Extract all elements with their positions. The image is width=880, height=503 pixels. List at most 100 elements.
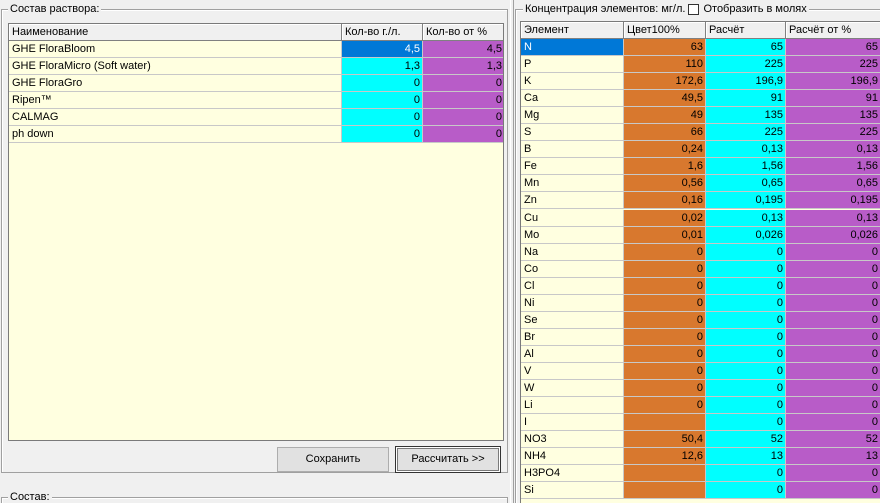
element-name-cell[interactable]: Se bbox=[521, 311, 624, 329]
element-calc-cell[interactable]: 0,65 bbox=[706, 175, 786, 193]
element-calc-percent-cell[interactable]: 0 bbox=[786, 465, 880, 483]
element-calc-cell[interactable]: 0 bbox=[706, 414, 786, 432]
composition-grams-cell[interactable]: 0 bbox=[342, 109, 423, 126]
element-calc-percent-cell[interactable]: 0 bbox=[786, 294, 880, 312]
element-calc-cell[interactable]: 0 bbox=[706, 465, 786, 483]
element-name-cell[interactable]: S bbox=[521, 124, 624, 142]
element-calc-percent-cell[interactable]: 0,13 bbox=[786, 141, 880, 159]
composition-grams-cell[interactable]: 0 bbox=[342, 92, 423, 109]
element-calc-cell[interactable]: 196,9 bbox=[706, 73, 786, 91]
element-calc-percent-cell[interactable]: 0 bbox=[786, 414, 880, 432]
element-calc-cell[interactable]: 0 bbox=[706, 294, 786, 312]
element-name-cell[interactable]: B bbox=[521, 141, 624, 159]
element-target-cell[interactable]: 49 bbox=[624, 107, 706, 125]
element-target-cell[interactable]: 0 bbox=[624, 243, 706, 261]
element-calc-cell[interactable]: 0 bbox=[706, 345, 786, 363]
element-calc-percent-cell[interactable]: 0 bbox=[786, 311, 880, 329]
element-calc-percent-cell[interactable]: 135 bbox=[786, 107, 880, 125]
element-calc-percent-cell[interactable]: 0,65 bbox=[786, 175, 880, 193]
element-calc-percent-cell[interactable]: 0 bbox=[786, 482, 880, 500]
element-calc-percent-cell[interactable]: 0 bbox=[786, 328, 880, 346]
element-calc-percent-cell[interactable]: 225 bbox=[786, 124, 880, 142]
element-target-cell[interactable] bbox=[624, 465, 706, 483]
element-name-cell[interactable]: V bbox=[521, 362, 624, 380]
column-header-calc-percent[interactable]: Расчёт от % bbox=[786, 22, 880, 39]
element-name-cell[interactable]: Na bbox=[521, 243, 624, 261]
element-calc-cell[interactable]: 0 bbox=[706, 397, 786, 415]
composition-percent-cell[interactable]: 0 bbox=[423, 109, 503, 126]
concentration-grid[interactable]: Элемент Цвет100% Расчёт Расчёт от % N 63 6… bbox=[520, 21, 880, 503]
element-target-cell[interactable]: 0,56 bbox=[624, 175, 706, 193]
show-in-moles-label[interactable]: Отобразить в молях bbox=[703, 3, 806, 15]
element-target-cell[interactable]: 0,24 bbox=[624, 141, 706, 159]
element-calc-percent-cell[interactable]: 0,026 bbox=[786, 226, 880, 244]
composition-grams-cell[interactable]: 0 bbox=[342, 75, 423, 92]
element-name-cell[interactable]: Mn bbox=[521, 175, 624, 193]
element-target-cell[interactable]: 110 bbox=[624, 56, 706, 74]
element-calc-cell[interactable]: 225 bbox=[706, 56, 786, 74]
element-calc-cell[interactable]: 1,56 bbox=[706, 158, 786, 176]
composition-name-cell[interactable]: GHE FloraGro bbox=[9, 75, 342, 92]
element-target-cell[interactable]: 0 bbox=[624, 260, 706, 278]
element-calc-percent-cell[interactable]: 225 bbox=[786, 56, 880, 74]
composition-name-cell[interactable]: CALMAG bbox=[9, 109, 342, 126]
element-name-cell[interactable]: Ca bbox=[521, 90, 624, 108]
element-name-cell[interactable]: Zn bbox=[521, 192, 624, 210]
element-target-cell[interactable]: 50,4 bbox=[624, 431, 706, 449]
element-calc-percent-cell[interactable]: 91 bbox=[786, 90, 880, 108]
composition-name-cell[interactable]: GHE FloraBloom bbox=[9, 41, 342, 58]
composition-percent-cell[interactable]: 0 bbox=[423, 126, 503, 143]
column-header-name[interactable]: Наименование bbox=[9, 24, 342, 41]
element-name-cell[interactable]: P bbox=[521, 56, 624, 74]
composition-percent-cell[interactable]: 0 bbox=[423, 75, 503, 92]
show-in-moles-checkbox[interactable] bbox=[688, 3, 700, 15]
composition-name-cell[interactable]: Ripen™ bbox=[9, 92, 342, 109]
element-name-cell[interactable]: Mo bbox=[521, 226, 624, 244]
element-calc-cell[interactable]: 0 bbox=[706, 380, 786, 397]
element-target-cell[interactable]: 172,6 bbox=[624, 73, 706, 91]
element-name-cell[interactable]: N bbox=[521, 39, 624, 56]
element-name-cell[interactable]: Si bbox=[521, 482, 624, 500]
composition-grams-cell[interactable]: 1,3 bbox=[342, 58, 423, 75]
element-name-cell[interactable]: NH4 bbox=[521, 448, 624, 466]
element-calc-cell[interactable]: 0,13 bbox=[706, 141, 786, 159]
column-header-percent[interactable]: Кол-во от % bbox=[423, 24, 503, 41]
element-target-cell[interactable]: 0,16 bbox=[624, 192, 706, 210]
element-target-cell[interactable]: 0 bbox=[624, 397, 706, 415]
element-calc-percent-cell[interactable]: 1,56 bbox=[786, 158, 880, 176]
element-calc-percent-cell[interactable]: 0 bbox=[786, 243, 880, 261]
element-name-cell[interactable]: W bbox=[521, 380, 624, 397]
element-name-cell[interactable]: Al bbox=[521, 345, 624, 363]
element-target-cell[interactable]: 66 bbox=[624, 124, 706, 142]
element-target-cell[interactable]: 0 bbox=[624, 328, 706, 346]
element-calc-cell[interactable]: 0 bbox=[706, 482, 786, 500]
element-calc-percent-cell[interactable]: 13 bbox=[786, 448, 880, 466]
element-calc-percent-cell[interactable]: 0 bbox=[786, 345, 880, 363]
element-target-cell[interactable] bbox=[624, 414, 706, 432]
composition-percent-cell[interactable]: 4,5 bbox=[423, 41, 503, 58]
element-target-cell[interactable]: 0,01 bbox=[624, 226, 706, 244]
element-name-cell[interactable]: I bbox=[521, 414, 624, 432]
element-calc-cell[interactable]: 65 bbox=[706, 39, 786, 56]
composition-grid[interactable]: Наименование Кол-во г./л. Кол-во от % GH… bbox=[8, 23, 504, 441]
element-name-cell[interactable]: Cl bbox=[521, 277, 624, 295]
element-calc-cell[interactable]: 225 bbox=[706, 124, 786, 142]
element-name-cell[interactable]: Fe bbox=[521, 158, 624, 176]
element-target-cell[interactable]: 0 bbox=[624, 311, 706, 329]
composition-name-cell[interactable]: ph down bbox=[9, 126, 342, 143]
element-calc-cell[interactable]: 0 bbox=[706, 243, 786, 261]
element-target-cell[interactable]: 0 bbox=[624, 380, 706, 397]
element-calc-cell[interactable]: 0 bbox=[706, 260, 786, 278]
composition-grams-cell[interactable]: 0 bbox=[342, 126, 423, 143]
element-target-cell[interactable]: 1,6 bbox=[624, 158, 706, 176]
column-header-element[interactable]: Элемент bbox=[521, 22, 624, 39]
element-calc-percent-cell[interactable]: 0 bbox=[786, 277, 880, 295]
element-name-cell[interactable]: Cu bbox=[521, 209, 624, 227]
element-target-cell[interactable]: 0 bbox=[624, 277, 706, 295]
element-calc-percent-cell[interactable]: 0 bbox=[786, 397, 880, 415]
element-calc-cell[interactable]: 0 bbox=[706, 328, 786, 346]
element-calc-percent-cell[interactable]: 0 bbox=[786, 380, 880, 397]
composition-grams-cell[interactable]: 4,5 bbox=[342, 41, 423, 58]
element-calc-cell[interactable]: 0 bbox=[706, 277, 786, 295]
element-calc-cell[interactable]: 0 bbox=[706, 311, 786, 329]
